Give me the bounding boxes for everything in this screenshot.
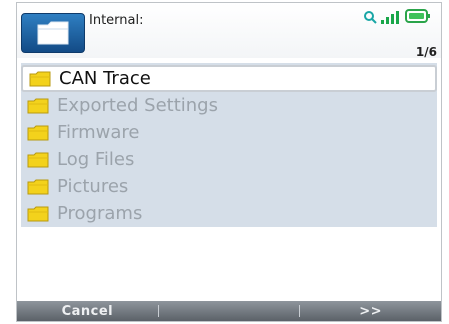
folder-icon (27, 125, 49, 140)
list-item-label: Exported Settings (57, 95, 218, 116)
list-item-label: Log Files (57, 149, 135, 170)
folder-icon (27, 152, 49, 167)
location-label: Internal: (89, 13, 144, 28)
folder-icon (29, 71, 51, 86)
folder-icon (27, 179, 49, 194)
list-item[interactable]: Exported Settings (21, 92, 437, 119)
battery-icon (405, 8, 431, 27)
softkey-bar: Cancel >> (17, 301, 441, 321)
folder-icon (21, 13, 85, 53)
search-icon (363, 9, 377, 28)
softkey-divider (157, 305, 159, 317)
list-item[interactable]: Programs (21, 200, 437, 227)
list-item-label: Firmware (57, 122, 140, 143)
signal-icon (381, 9, 403, 28)
status-icons (355, 6, 435, 26)
list-item[interactable]: CAN Trace (21, 65, 437, 92)
folder-icon (27, 206, 49, 221)
folder-icon (27, 98, 49, 113)
list-item[interactable]: Firmware (21, 119, 437, 146)
page-indicator: 1/6 (415, 45, 437, 59)
list-item[interactable]: Log Files (21, 146, 437, 173)
list-item-label: CAN Trace (59, 68, 151, 89)
list-item-label: Pictures (57, 176, 129, 197)
next-button[interactable]: >> (300, 304, 441, 319)
file-browser-screen: Internal: 1/6 CAN Trace Exported Setting… (16, 2, 442, 322)
cancel-button[interactable]: Cancel (17, 304, 158, 319)
file-list: CAN Trace Exported Settings Firmware Log… (21, 63, 437, 227)
list-item[interactable]: Pictures (21, 173, 437, 200)
list-item-label: Programs (57, 203, 143, 224)
header: Internal: 1/6 (17, 3, 441, 59)
